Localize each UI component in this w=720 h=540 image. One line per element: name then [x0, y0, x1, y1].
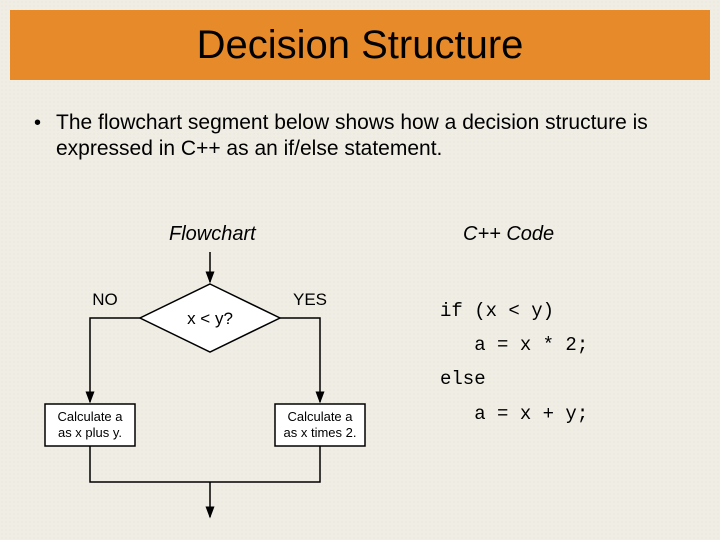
- slide-title: Decision Structure: [197, 23, 524, 68]
- title-bar: Decision Structure: [10, 10, 710, 80]
- code-line-2: a = x * 2;: [440, 334, 588, 356]
- no-label: NO: [92, 290, 118, 309]
- no-action-line2: as x plus y.: [58, 425, 122, 440]
- code-block: if (x < y) a = x * 2; else a = x + y;: [440, 294, 588, 431]
- yes-label: YES: [293, 290, 327, 309]
- flowchart-heading: Flowchart: [169, 223, 256, 246]
- code-line-4: a = x + y;: [440, 403, 588, 425]
- yes-action-line1: Calculate a: [287, 409, 353, 424]
- code-line-3: else: [440, 368, 486, 390]
- decision-label: x < y?: [187, 309, 233, 328]
- code-heading: C++ Code: [463, 223, 554, 246]
- no-action-line1: Calculate a: [57, 409, 123, 424]
- bullet-dot: •: [34, 110, 56, 136]
- bullet-item: • The flowchart segment below shows how …: [34, 110, 694, 163]
- yes-action-line2: as x times 2.: [284, 425, 357, 440]
- code-line-1: if (x < y): [440, 300, 554, 322]
- flowchart-diagram: x < y? NO YES Calculate a as x plus y. C…: [20, 252, 390, 527]
- bullet-text: The flowchart segment below shows how a …: [56, 110, 694, 163]
